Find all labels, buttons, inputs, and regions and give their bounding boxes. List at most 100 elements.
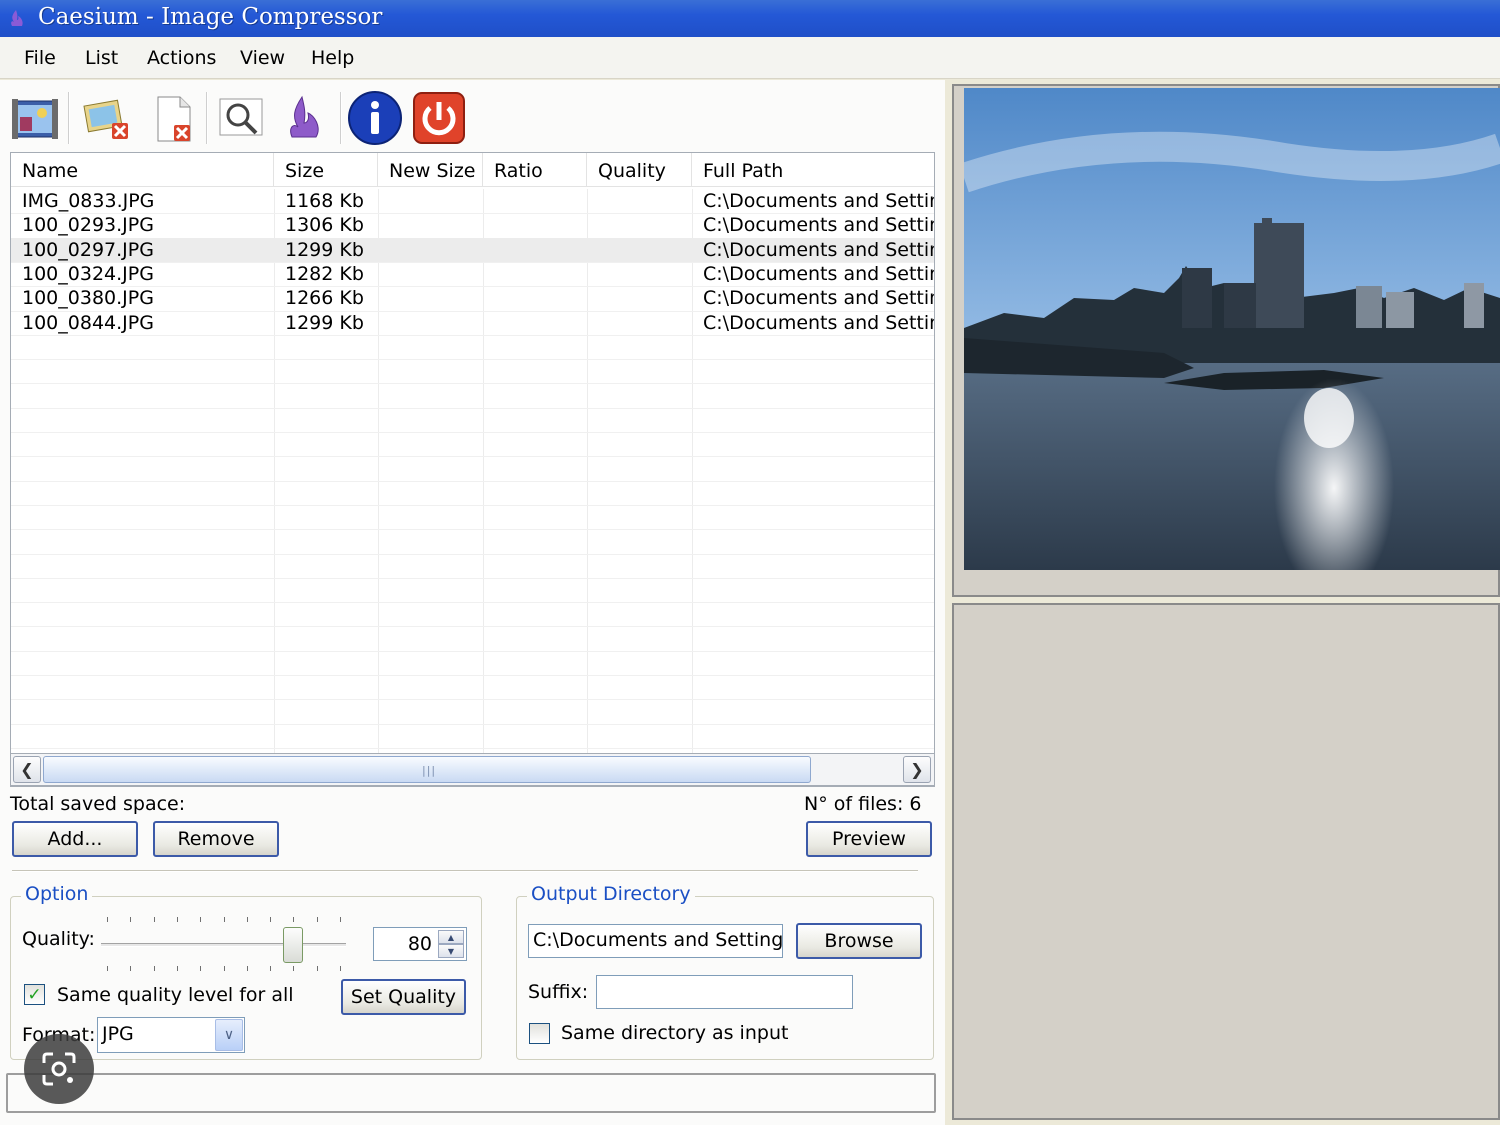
column-header-ratio[interactable]: Ratio [483, 153, 587, 187]
cell-new-size [378, 213, 483, 237]
output-directory-group: Output Directory C:\Documents and Settin… [516, 883, 934, 1060]
divider [12, 870, 918, 872]
same-quality-checkbox[interactable]: ✓ [24, 984, 45, 1005]
option-group-title: Option [21, 883, 93, 905]
grid-line [11, 432, 934, 433]
cell-quality [587, 262, 692, 286]
preview-button[interactable]: Preview [806, 821, 932, 857]
output-directory-field[interactable]: C:\Documents and Settings\ [528, 924, 783, 958]
status-bar [6, 1073, 936, 1113]
add-images-icon[interactable] [4, 86, 66, 150]
preview-magnifier-icon[interactable] [210, 86, 272, 150]
total-saved-space-label: Total saved space: [10, 793, 186, 815]
add-button[interactable]: Add... [12, 821, 138, 857]
column-header-name[interactable]: Name [11, 153, 274, 187]
compressed-preview-panel [952, 603, 1500, 1120]
cell-quality [587, 286, 692, 310]
menu-list[interactable]: List [85, 47, 118, 69]
spin-up-icon[interactable]: ▲ [438, 930, 464, 944]
grid-line [11, 699, 934, 700]
cell-ratio [483, 262, 587, 286]
horizontal-scrollbar[interactable]: ❮ ||| ❯ [10, 753, 935, 786]
menu-view[interactable]: View [240, 47, 285, 69]
toolbar-separator [206, 92, 208, 144]
clear-list-icon[interactable] [74, 86, 136, 150]
title-bar[interactable]: Caesium - Image Compressor [0, 0, 1500, 37]
toolbar-separator [340, 92, 342, 144]
grip-icon: ||| [422, 764, 437, 777]
grid-line [11, 481, 934, 482]
grid-line [11, 529, 934, 530]
slider-tick [316, 966, 318, 971]
option-group: Option Quality: 80 ▲ ▼ ✓ Same quality le… [10, 883, 482, 1060]
compress-flame-icon[interactable] [272, 86, 334, 150]
browse-button[interactable]: Browse [796, 923, 922, 959]
slider-tick [340, 917, 341, 922]
menu-file[interactable]: File [24, 47, 56, 69]
slider-tick [130, 917, 132, 922]
info-icon[interactable] [344, 86, 406, 150]
cell-full-path: C:\Documents and Settings [703, 287, 934, 309]
slider-tick [340, 966, 341, 971]
cell-name: 100_0324.JPG [22, 263, 154, 285]
cell-name: 100_0293.JPG [22, 214, 154, 236]
menu-actions[interactable]: Actions [147, 47, 216, 69]
cell-ratio [483, 189, 587, 213]
grid-line [11, 554, 934, 555]
grid-line [11, 748, 934, 749]
slider-tick [200, 966, 202, 971]
menu-bar: File List Actions View Help [0, 37, 1500, 79]
column-header-full-path[interactable]: Full Path [692, 153, 934, 187]
cell-new-size [378, 189, 483, 213]
table-row[interactable]: 100_0297.JPG 1299 Kb C:\Documents and Sett… [11, 238, 934, 262]
slider-tick [223, 917, 225, 922]
quality-slider-thumb[interactable] [283, 927, 304, 963]
set-quality-button[interactable]: Set Quality [341, 979, 466, 1015]
slider-tick [223, 966, 225, 971]
cell-size: 1299 Kb [285, 239, 364, 261]
image-preview-panel [952, 84, 1500, 597]
cell-name: 100_0380.JPG [22, 287, 154, 309]
column-header-size[interactable]: Size [274, 153, 378, 187]
table-row[interactable]: IMG_0833.JPG 1168 Kb C:\Documents and Sett… [11, 189, 934, 213]
table-row[interactable]: 100_0844.JPG 1299 Kb C:\Documents and Sett… [11, 311, 934, 335]
menu-help[interactable]: Help [311, 47, 354, 69]
column-header-quality[interactable]: Quality [587, 153, 692, 187]
window-title: Caesium - Image Compressor [38, 4, 383, 30]
cell-name: 100_0844.JPG [22, 312, 154, 334]
quality-slider-track[interactable] [101, 943, 346, 947]
same-directory-label: Same directory as input [561, 1022, 789, 1044]
table-row[interactable]: 100_0293.JPG 1306 Kb C:\Documents and Sett… [11, 213, 934, 237]
cell-full-path: C:\Documents and Settings [703, 312, 934, 334]
slider-tick [316, 917, 318, 922]
same-directory-checkbox[interactable] [529, 1023, 550, 1044]
scrollbar-thumb[interactable]: ||| [43, 756, 811, 783]
remove-file-icon[interactable] [142, 86, 204, 150]
cell-ratio [483, 311, 587, 335]
exit-power-icon[interactable] [408, 86, 470, 150]
remove-button[interactable]: Remove [153, 821, 279, 857]
grid-line [11, 505, 934, 506]
scroll-right-icon[interactable]: ❯ [903, 756, 931, 783]
cell-full-path: C:\Documents and Settings [703, 214, 934, 236]
spin-down-icon[interactable]: ▼ [438, 944, 464, 958]
slider-tick [246, 917, 248, 922]
suffix-field[interactable] [596, 975, 853, 1009]
cell-ratio [483, 286, 587, 310]
scroll-left-icon[interactable]: ❮ [13, 756, 41, 783]
suffix-label: Suffix: [528, 981, 589, 1003]
slider-tick [293, 966, 295, 971]
table-row[interactable]: 100_0380.JPG 1266 Kb C:\Documents and Sett… [11, 286, 934, 310]
lens-search-icon[interactable] [24, 1034, 94, 1104]
file-list[interactable]: Name Size New Size Ratio Quality Full Pa… [10, 152, 935, 787]
quality-spinbox[interactable]: 80 ▲ ▼ [373, 927, 467, 961]
chevron-down-icon[interactable]: ∨ [215, 1019, 243, 1051]
table-row[interactable]: 100_0324.JPG 1282 Kb C:\Documents and Sett… [11, 262, 934, 286]
slider-tick [130, 966, 132, 971]
column-header-new-size[interactable]: New Size [378, 153, 483, 187]
format-select[interactable]: JPG ∨ [97, 1017, 245, 1053]
slider-tick [107, 917, 108, 922]
cell-quality [587, 311, 692, 335]
grid-line [11, 383, 934, 384]
grid-line [11, 335, 934, 336]
